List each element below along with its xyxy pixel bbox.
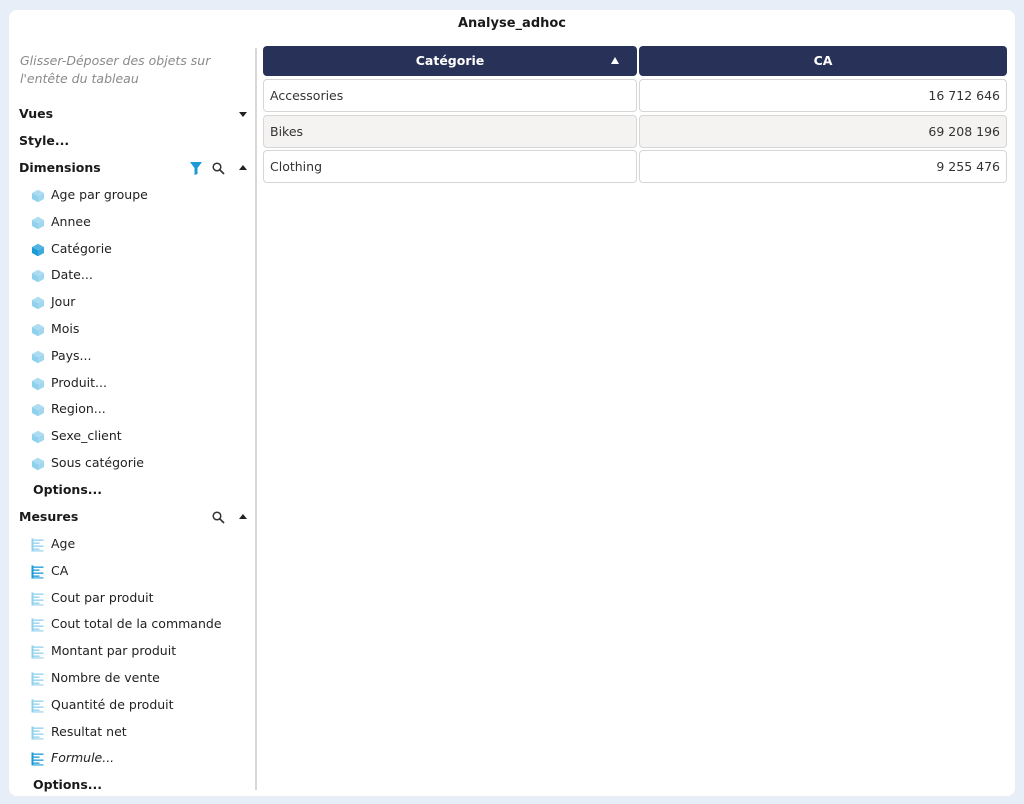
measure-item[interactable]: Formule...	[31, 747, 251, 769]
cube-icon	[31, 215, 45, 230]
ruler-icon	[31, 564, 45, 579]
item-label: Age par groupe	[51, 187, 148, 202]
item-label: Mois	[51, 321, 80, 336]
measure-item[interactable]: Nombre de vente	[31, 667, 251, 689]
table-cell[interactable]: Bikes	[263, 115, 637, 148]
cube-icon	[31, 295, 45, 310]
column-header-ca[interactable]: CA	[639, 46, 1007, 76]
dimension-item[interactable]: Date...	[31, 264, 251, 286]
ruler-icon	[31, 671, 45, 686]
measure-item[interactable]: Cout total de la commande	[31, 613, 251, 635]
ruler-icon	[31, 591, 45, 606]
cube-icon	[31, 456, 45, 471]
dimension-item[interactable]: Mois	[31, 318, 251, 340]
analysis-window: Analyse_adhoc Glisser-Déposer des objets…	[9, 10, 1015, 796]
item-label: Cout par produit	[51, 589, 154, 605]
item-label: Formule...	[51, 750, 115, 766]
measure-item[interactable]: CA	[31, 560, 251, 582]
cube-icon	[31, 242, 45, 256]
ruler-icon	[31, 537, 45, 552]
item-label: Catégorie	[51, 240, 112, 256]
window-title: Analyse_adhoc	[457, 16, 567, 31]
item-label: Quantité de produit	[51, 696, 174, 712]
dimension-item[interactable]: Produit...	[31, 372, 251, 394]
column-header-categorie[interactable]: Catégorie	[263, 46, 637, 76]
drag-drop-hint: Glisser-Déposer des objets sur l'entête …	[20, 53, 211, 86]
table-cell[interactable]: Accessories	[263, 79, 637, 112]
section-vues[interactable]: Vues	[19, 103, 253, 125]
ruler-icon	[31, 617, 45, 632]
item-label: Sexe_client	[51, 428, 122, 444]
table-cell[interactable]: 69 208 196	[639, 115, 1007, 148]
item-label: Resultat net	[51, 723, 127, 739]
dimension-item[interactable]: Sous catégorie	[31, 452, 251, 474]
sidebar: Glisser-Déposer des objets sur l'entête …	[9, 46, 255, 792]
ruler-icon	[31, 644, 45, 659]
chevron-up-icon[interactable]	[239, 165, 247, 170]
item-label: Date...	[51, 267, 93, 283]
section-dimensions-label: Dimensions	[19, 160, 101, 175]
measure-item[interactable]: Cout par produit	[31, 587, 251, 609]
cube-icon	[31, 429, 45, 444]
sort-ascending-icon[interactable]	[611, 57, 619, 64]
item-label: Pays...	[51, 347, 92, 363]
search-icon[interactable]	[212, 511, 225, 524]
chevron-down-icon[interactable]	[239, 112, 247, 117]
table-cell[interactable]: Clothing	[263, 150, 637, 183]
mesures-options-link[interactable]: Options...	[33, 774, 102, 796]
item-label: Age	[51, 536, 76, 551]
item-label: Produit...	[51, 374, 107, 390]
cube-icon	[31, 268, 45, 283]
dimension-item[interactable]: Catégorie	[31, 238, 251, 260]
filter-icon[interactable]	[189, 161, 203, 176]
cube-icon	[31, 322, 45, 337]
section-dimensions[interactable]: Dimensions	[19, 157, 253, 179]
item-label: Sous catégorie	[51, 455, 144, 470]
measure-item[interactable]: Resultat net	[31, 721, 251, 743]
cube-icon	[31, 188, 45, 203]
cube-icon	[31, 402, 45, 417]
dimension-item[interactable]: Age par groupe	[31, 184, 251, 206]
item-label: Annee	[51, 213, 91, 229]
dimension-item[interactable]: Sexe_client	[31, 425, 251, 447]
item-label: Montant par produit	[51, 643, 177, 659]
column-header-label: Catégorie	[415, 53, 485, 68]
item-label: Cout total de la commande	[51, 616, 222, 632]
table-cell[interactable]: 9 255 476	[639, 150, 1007, 183]
table-cell[interactable]: 16 712 646	[639, 79, 1007, 112]
ruler-icon	[31, 698, 45, 713]
section-style[interactable]: Style...	[19, 130, 253, 152]
section-mesures[interactable]: Mesures	[19, 506, 253, 528]
section-style-label: Style...	[19, 133, 70, 148]
ruler-icon	[31, 725, 45, 740]
item-label: Nombre de vente	[51, 670, 160, 685]
column-header-label: CA	[813, 53, 833, 68]
dimensions-options-link[interactable]: Options...	[33, 479, 102, 501]
search-icon[interactable]	[212, 162, 225, 175]
dimension-item[interactable]: Annee	[31, 211, 251, 233]
panel-divider[interactable]	[255, 48, 257, 790]
section-mesures-label: Mesures	[19, 509, 79, 524]
ruler-icon	[31, 751, 45, 766]
dimension-item[interactable]: Jour	[31, 291, 251, 313]
measure-item[interactable]: Quantité de produit	[31, 694, 251, 716]
measure-item[interactable]: Montant par produit	[31, 640, 251, 662]
item-label: Jour	[51, 294, 76, 310]
section-vues-label: Vues	[19, 106, 54, 121]
dimension-item[interactable]: Pays...	[31, 345, 251, 367]
measure-item[interactable]: Age	[31, 533, 251, 555]
item-label: CA	[51, 562, 69, 578]
item-label: Region...	[51, 401, 106, 417]
cube-icon	[31, 376, 45, 390]
cube-icon	[31, 349, 45, 364]
dimension-item[interactable]: Region...	[31, 398, 251, 420]
chevron-up-icon[interactable]	[239, 514, 247, 519]
